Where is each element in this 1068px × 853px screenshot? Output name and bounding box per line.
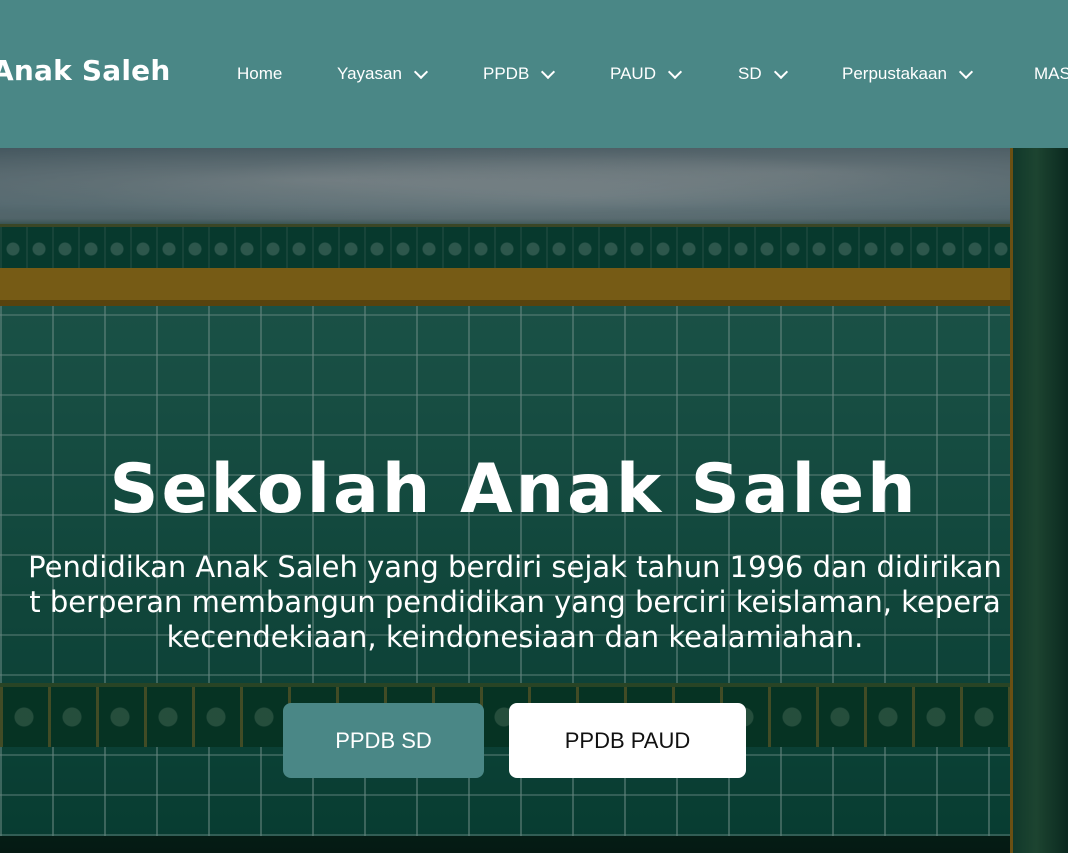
nav-item-ppdb[interactable]: PPDB xyxy=(483,62,556,86)
nav-item-label: SD xyxy=(738,64,762,83)
site-header: Anak Saleh Home Yayasan PPDB PAUD SD Per… xyxy=(0,0,1068,148)
nav-item-mas[interactable]: MAS xyxy=(1034,62,1068,86)
hero-description-line: Pendidikan Anak Saleh yang berdiri sejak… xyxy=(28,550,1002,584)
chevron-down-icon xyxy=(541,64,556,79)
nav-item-home[interactable]: Home xyxy=(237,62,282,86)
hero-description: Pendidikan Anak Saleh yang berdiri sejak… xyxy=(0,550,1068,655)
nav-item-label: PAUD xyxy=(610,64,656,83)
nav-item-label: Yayasan xyxy=(337,64,402,83)
nav-item-label: Perpustakaan xyxy=(842,64,947,83)
chevron-down-icon xyxy=(413,64,428,79)
chevron-down-icon xyxy=(667,64,683,79)
ppdb-sd-button[interactable]: PPDB SD xyxy=(283,703,484,778)
nav-item-sd[interactable]: SD xyxy=(738,62,788,86)
button-label: PPDB PAUD xyxy=(564,727,691,753)
nav-item-yayasan[interactable]: Yayasan xyxy=(337,62,428,86)
chevron-down-icon xyxy=(773,64,788,79)
nav-item-label: MAS xyxy=(1034,64,1068,83)
hero-description-line: t berperan membangun pendidikan yang ber… xyxy=(29,585,1001,619)
chevron-down-icon xyxy=(958,64,973,79)
hero-description-line: kecendekiaan, keindonesiaan dan kealamia… xyxy=(166,620,864,654)
nav-item-perpustakaan[interactable]: Perpustakaan xyxy=(842,62,973,86)
nav-item-paud[interactable]: PAUD xyxy=(610,62,683,86)
site-brand[interactable]: Anak Saleh xyxy=(0,54,170,87)
hero-section: Sekolah Anak Saleh Pendidikan Anak Saleh… xyxy=(0,148,1068,853)
ppdb-paud-button[interactable]: PPDB PAUD xyxy=(509,703,746,778)
nav-item-label: Home xyxy=(237,64,283,83)
nav-item-label: PPDB xyxy=(483,64,530,83)
button-label: PPDB SD xyxy=(335,727,432,753)
hero-title: Sekolah Anak Saleh xyxy=(109,450,919,529)
